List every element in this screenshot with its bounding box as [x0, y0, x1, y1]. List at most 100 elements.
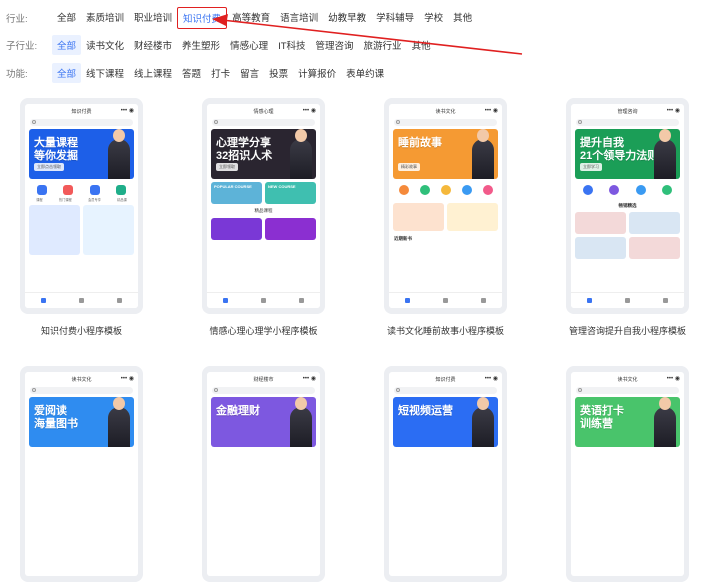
banner-line: 海量图书	[34, 418, 78, 430]
filter-option-industry-7[interactable]: 学科辅导	[371, 7, 419, 29]
profile-tab-icon[interactable]	[116, 298, 122, 303]
filter-option-feature-3[interactable]: 答题	[177, 63, 206, 83]
filter-option-feature-7[interactable]: 计算报价	[293, 63, 341, 83]
home-tab-icon[interactable]	[587, 298, 593, 303]
filter-option-industry-1[interactable]: 素质培训	[81, 7, 129, 29]
screen-title: 读书文化	[71, 376, 92, 383]
search-input[interactable]	[394, 387, 497, 394]
new-tile[interactable]: NEW COURSE	[265, 182, 316, 204]
promo-tile[interactable]	[83, 205, 134, 255]
screen-title-bar: 读书文化 ••• ◉	[389, 104, 502, 118]
filter-option-industry-4[interactable]: 高等教育	[227, 7, 275, 29]
phone-frame: 管理咨询 ••• ◉ 提升自我 21个领导力法则 立即学习 畅销精选	[566, 98, 689, 314]
banner-line: 32招识人术	[216, 150, 273, 162]
banner-image[interactable]: 提升自我 21个领导力法则 立即学习	[575, 129, 680, 179]
template-caption[interactable]: 情感心理心理学小程序模板	[182, 324, 345, 337]
banner-image[interactable]: 金融理财	[211, 397, 316, 447]
filter-option-feature-1[interactable]: 线下课程	[81, 63, 129, 83]
filter-label-feature: 功能:	[6, 69, 28, 80]
filter-option-industry-9[interactable]: 其他	[448, 7, 477, 29]
filter-option-industry-5[interactable]: 语言培训	[275, 7, 323, 29]
search-icon	[32, 120, 36, 124]
search-input[interactable]	[576, 387, 679, 394]
banner-image[interactable]: 英语打卡 训练营	[575, 397, 680, 447]
screen-title: 知识付费	[435, 376, 456, 383]
promo-tile[interactable]	[393, 203, 444, 231]
course-tile[interactable]	[575, 212, 626, 234]
template-caption[interactable]: 管理咨询提升自我小程序模板	[546, 324, 709, 337]
filter-option-subindustry-0[interactable]: 全部	[52, 35, 82, 55]
course-tile[interactable]	[265, 218, 316, 240]
home-tab-icon[interactable]	[405, 298, 411, 303]
person-illustration	[472, 129, 494, 179]
course-tab-icon[interactable]	[442, 298, 448, 303]
search-icon	[32, 388, 36, 392]
search-input[interactable]	[30, 119, 133, 126]
filter-option-industry-6[interactable]: 幼教早教	[323, 7, 371, 29]
section-title: 精品课程	[254, 208, 273, 213]
course-tab-icon[interactable]	[624, 298, 630, 303]
profile-tab-icon[interactable]	[298, 298, 304, 303]
filter-option-feature-5[interactable]: 留言	[235, 63, 264, 83]
category-icon	[461, 185, 472, 195]
search-input[interactable]	[212, 387, 315, 394]
course-tile[interactable]	[629, 212, 680, 234]
course-tile[interactable]	[575, 237, 626, 259]
phone-screen: 知识付费 ••• ◉ 短视频运营	[389, 372, 502, 576]
filter-option-subindustry-7[interactable]: 旅游行业	[359, 35, 407, 55]
filter-option-subindustry-8[interactable]: 其他	[407, 35, 436, 55]
course-tile[interactable]	[211, 218, 262, 240]
profile-tab-icon[interactable]	[480, 298, 486, 303]
template-caption[interactable]: 知识付费小程序模板	[0, 324, 163, 337]
banner-image[interactable]: 爱阅读 海量图书	[29, 397, 134, 447]
home-tab-icon[interactable]	[41, 298, 47, 303]
popular-tile[interactable]: POPULAR COURSE	[211, 182, 262, 204]
filter-option-feature-8[interactable]: 表单约课	[341, 63, 389, 83]
filter-option-industry-2[interactable]: 职业培训	[129, 7, 177, 29]
profile-tab-icon[interactable]	[662, 298, 668, 303]
banner-image[interactable]: 睡前故事 精彩故事	[393, 129, 498, 179]
search-input[interactable]	[212, 119, 315, 126]
filter-option-subindustry-4[interactable]: 情感心理	[225, 35, 273, 55]
filter-option-feature-0[interactable]: 全部	[52, 63, 82, 83]
banner-line: 金融理财	[216, 405, 260, 417]
filter-option-industry-3[interactable]: 知识付费	[177, 7, 228, 29]
filter-option-subindustry-5[interactable]: IT科技	[273, 35, 310, 55]
filter-option-subindustry-2[interactable]: 财经楼市	[129, 35, 177, 55]
home-tab-icon[interactable]	[223, 298, 229, 303]
filter-option-feature-6[interactable]: 投票	[264, 63, 293, 83]
course-tab-icon[interactable]	[78, 298, 84, 303]
search-input[interactable]	[30, 387, 133, 394]
banner-image[interactable]: 短视频运营	[393, 397, 498, 447]
banner-image[interactable]: 大量课程 等你发掘 立即点击领取	[29, 129, 134, 179]
phone-screen: 知识付费 ••• ◉ 大量课程 等你发掘 立即点击领取 课程 热门课程 会员专享…	[25, 104, 138, 308]
banner-line: 训练营	[580, 418, 613, 430]
course-tile[interactable]	[629, 237, 680, 259]
screen-title-bar: 情感心理 ••• ◉	[207, 104, 320, 118]
promo-tiles	[393, 203, 498, 231]
search-input[interactable]	[394, 119, 497, 126]
banner-image[interactable]: 心理学分享 32招识人术 立即领取	[211, 129, 316, 179]
course-tab-icon[interactable]	[260, 298, 266, 303]
banner-title: 睡前故事	[398, 137, 442, 150]
filter-option-industry-8[interactable]: 学校	[419, 7, 448, 29]
category-icons	[393, 185, 498, 195]
promo-tile[interactable]	[447, 203, 498, 231]
filter-option-subindustry-6[interactable]: 管理咨询	[311, 35, 359, 55]
category-icon	[482, 185, 493, 195]
phone-frame: 情感心理 ••• ◉ 心理学分享 32招识人术 立即领取 POPULAR COU…	[202, 98, 325, 314]
search-input[interactable]	[576, 119, 679, 126]
promo-tile[interactable]	[29, 205, 80, 255]
filter-option-feature-4[interactable]: 打卡	[206, 63, 235, 83]
filter-option-subindustry-1[interactable]: 读书文化	[81, 35, 129, 55]
filter-option-feature-2[interactable]: 线上课程	[129, 63, 177, 83]
banner-line: 提升自我	[580, 137, 624, 149]
section-title: 近期新书	[394, 236, 412, 241]
template-caption[interactable]: 读书文化睡前故事小程序模板	[364, 324, 527, 337]
phone-frame: 读书文化 ••• ◉ 睡前故事 精彩故事 近期新书	[384, 98, 507, 314]
filter-options-subindustry: 全部 读书文化 财经楼市 养生塑形 情感心理 IT科技 管理咨询 旅游行业 其他	[52, 35, 436, 55]
banner-line: 等你发掘	[34, 150, 78, 162]
filter-option-industry-0[interactable]: 全部	[52, 7, 81, 29]
filter-option-subindustry-3[interactable]: 养生塑形	[177, 35, 225, 55]
phone-screen: 读书文化 ••• ◉ 英语打卡 训练营	[571, 372, 684, 576]
